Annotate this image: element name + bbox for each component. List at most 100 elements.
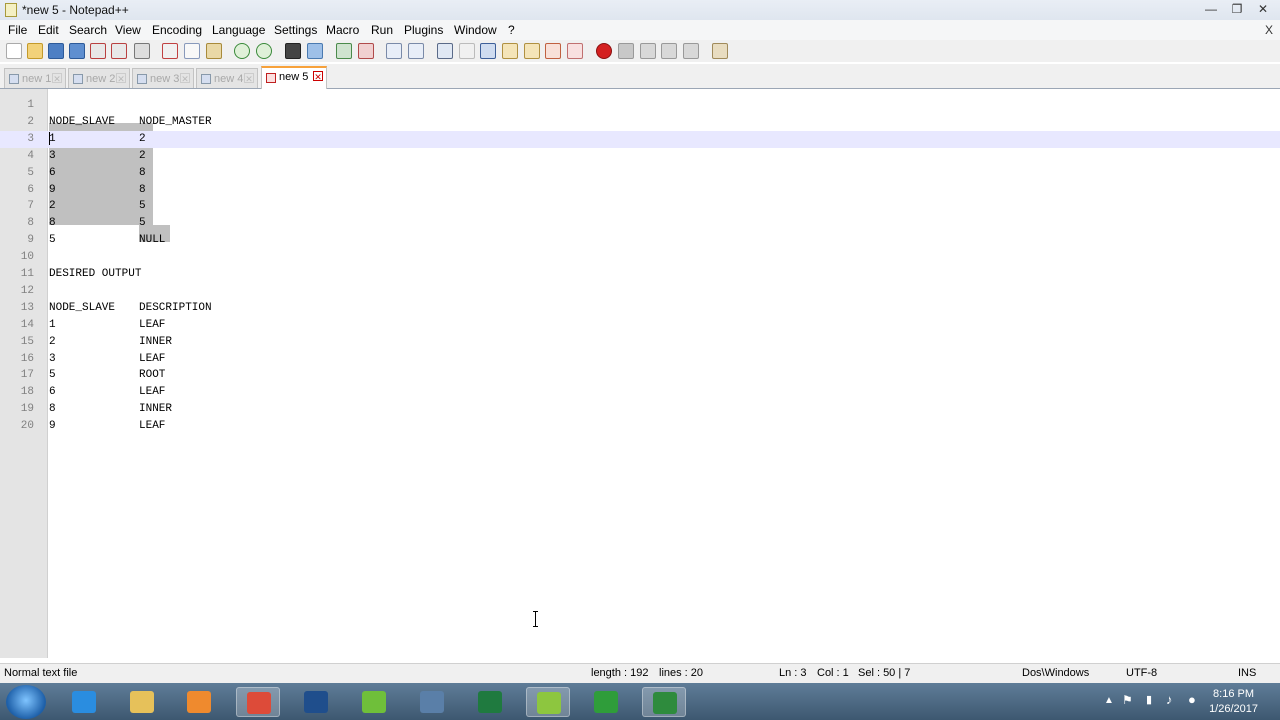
editor-line[interactable]: 1 (0, 97, 1280, 114)
editor-line[interactable]: 20 9 LEAF (0, 418, 1280, 435)
tab-new-1[interactable]: new 1 ✕ (4, 68, 66, 88)
redo-icon[interactable] (256, 43, 272, 59)
tab-new-3[interactable]: new 3 ✕ (132, 68, 194, 88)
maximize-button[interactable]: ❐ (1226, 1, 1248, 17)
line-number: 6 (27, 183, 34, 196)
camtasia-icon (594, 691, 618, 713)
menu-run[interactable]: Run (371, 23, 393, 37)
taskbar-button[interactable] (294, 687, 338, 717)
menu-search[interactable]: Search (69, 23, 107, 37)
open-file-icon[interactable] (27, 43, 43, 59)
sync-horizontal-icon[interactable] (408, 43, 424, 59)
sync-vertical-icon[interactable] (386, 43, 402, 59)
editor-line[interactable]: 7 2 5 (0, 198, 1280, 215)
stop-macro-icon[interactable] (618, 43, 634, 59)
taskbar-button[interactable] (120, 687, 164, 717)
tab-close-icon[interactable]: ✕ (313, 71, 323, 82)
tray-app-icon[interactable]: ● (1188, 692, 1196, 707)
doc-map-icon[interactable] (524, 43, 540, 59)
editor-line[interactable]: 5 6 8 (0, 165, 1280, 182)
new-file-icon[interactable] (6, 43, 22, 59)
zoom-in-icon[interactable] (336, 43, 352, 59)
taskbar-button[interactable] (410, 687, 454, 717)
function-list-icon[interactable] (545, 43, 561, 59)
menu-file[interactable]: File (8, 23, 27, 37)
editor-line[interactable]: 15 2 INNER (0, 334, 1280, 351)
tab-close-icon[interactable]: ✕ (180, 73, 190, 84)
editor-line[interactable]: 10 (0, 249, 1280, 266)
editor-line[interactable]: 16 3 LEAF (0, 351, 1280, 368)
start-button-icon[interactable] (6, 685, 46, 719)
editor-line[interactable]: 11 DESIRED OUTPUT (0, 266, 1280, 283)
minimize-button[interactable]: — (1200, 1, 1222, 17)
word-wrap-icon[interactable] (437, 43, 453, 59)
cut-icon[interactable] (162, 43, 178, 59)
paste-icon[interactable] (206, 43, 222, 59)
taskbar-button[interactable] (526, 687, 570, 717)
close-all-icon[interactable] (111, 43, 127, 59)
menu-window[interactable]: Window (454, 23, 497, 37)
undo-icon[interactable] (234, 43, 250, 59)
taskbar-button[interactable] (584, 687, 628, 717)
editor-line[interactable]: 6 9 8 (0, 182, 1280, 199)
replace-icon[interactable] (307, 43, 323, 59)
editor-line[interactable]: 2 NODE_SLAVE NODE_MASTER (0, 114, 1280, 131)
tab-close-icon[interactable]: ✕ (52, 73, 62, 84)
editor-line[interactable]: 9 5 NULL (0, 232, 1280, 249)
taskbar-button[interactable] (177, 687, 221, 717)
action-center-icon[interactable]: ⚑ (1122, 693, 1133, 707)
plugin-icon[interactable] (712, 43, 728, 59)
line-text-col2: 2 (139, 132, 146, 145)
taskbar-button[interactable] (236, 687, 280, 717)
menu-help[interactable]: ? (508, 23, 515, 37)
copy-icon[interactable] (184, 43, 200, 59)
editor-line[interactable]: 312 (0, 130, 1280, 148)
close-button[interactable]: ✕ (1252, 1, 1274, 17)
editor-line[interactable]: 14 1 LEAF (0, 317, 1280, 334)
save-all-icon[interactable] (69, 43, 85, 59)
volume-icon[interactable]: ♪ (1166, 692, 1173, 707)
save-icon[interactable] (48, 43, 64, 59)
tab-new-5[interactable]: new 5 ✕ (261, 66, 327, 89)
menu-view[interactable]: View (115, 23, 141, 37)
taskbar-button[interactable] (468, 687, 512, 717)
menu-edit[interactable]: Edit (38, 23, 59, 37)
record-macro-icon[interactable] (596, 43, 612, 59)
run-macro-multiple-icon[interactable] (661, 43, 677, 59)
tab-new-4[interactable]: new 4 ✕ (196, 68, 258, 88)
editor-line[interactable]: 4 3 2 (0, 148, 1280, 165)
editor-line[interactable]: 8 8 5 (0, 215, 1280, 232)
indent-guide-icon[interactable] (480, 43, 496, 59)
tab-new-2[interactable]: new 2 ✕ (68, 68, 130, 88)
print-icon[interactable] (134, 43, 150, 59)
close-file-icon[interactable] (90, 43, 106, 59)
menu-macro[interactable]: Macro (326, 23, 359, 37)
network-icon[interactable]: ▮ (1146, 693, 1152, 706)
editor-line[interactable]: 18 6 LEAF (0, 384, 1280, 401)
editor[interactable]: 1 2 NODE_SLAVE NODE_MASTER 3 1 2 4 3 2 5 6 8 6 9 8 7 2 5 8 8… (0, 89, 1280, 658)
editor-line[interactable]: 19 8 INNER (0, 401, 1280, 418)
menu-language[interactable]: Language (212, 23, 265, 37)
show-all-chars-icon[interactable] (459, 43, 475, 59)
find-icon[interactable] (285, 43, 301, 59)
folder-workspace-icon[interactable] (567, 43, 583, 59)
menu-settings[interactable]: Settings (274, 23, 317, 37)
taskbar-button[interactable] (62, 687, 106, 717)
close-document-button[interactable]: X (1265, 23, 1273, 37)
play-macro-icon[interactable] (640, 43, 656, 59)
editor-line[interactable]: 12 (0, 283, 1280, 300)
zoom-out-icon[interactable] (358, 43, 374, 59)
tab-close-icon[interactable]: ✕ (244, 73, 254, 84)
line-number: 2 (27, 115, 34, 128)
menu-encoding[interactable]: Encoding (152, 23, 202, 37)
show-hidden-icons-icon[interactable]: ▲ (1104, 695, 1114, 706)
editor-line[interactable]: 17 5 ROOT (0, 367, 1280, 384)
save-macro-icon[interactable] (683, 43, 699, 59)
tab-close-icon[interactable]: ✕ (116, 73, 126, 84)
clock[interactable]: 8:16 PM 1/26/2017 (1209, 687, 1258, 717)
editor-line[interactable]: 13 NODE_SLAVE DESCRIPTION (0, 300, 1280, 317)
menu-plugins[interactable]: Plugins (404, 23, 443, 37)
user-language-icon[interactable] (502, 43, 518, 59)
taskbar-button[interactable] (352, 687, 396, 717)
taskbar-button[interactable] (642, 687, 686, 717)
